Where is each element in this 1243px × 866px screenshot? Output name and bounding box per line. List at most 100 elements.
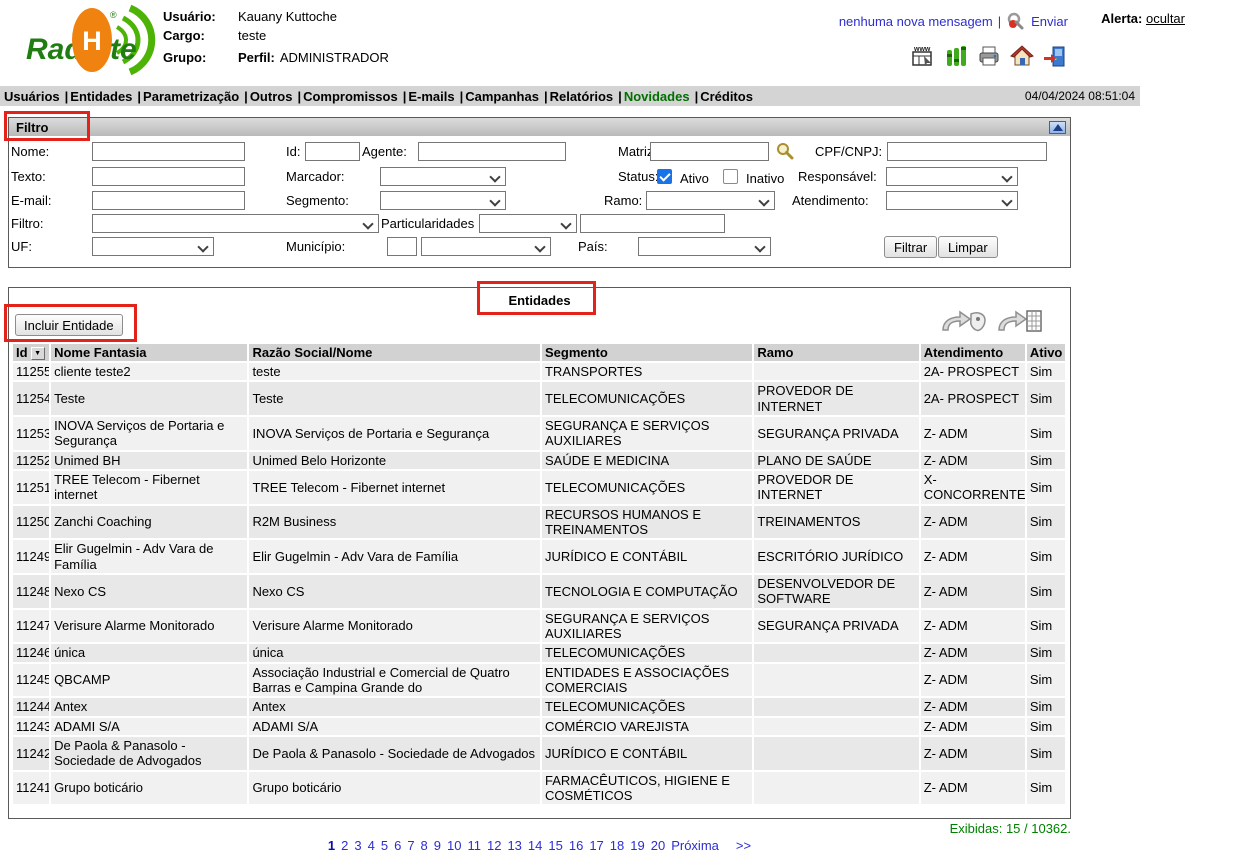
- email-input[interactable]: [92, 191, 245, 210]
- send-link[interactable]: Enviar: [1031, 14, 1068, 29]
- home-icon[interactable]: [1010, 44, 1034, 68]
- menu-item-campanhas[interactable]: Campanhas: [465, 89, 539, 104]
- table-row-11249[interactable]: 11249Elir Gugelmin - Adv Vara de Família…: [13, 540, 1065, 573]
- send-message-icon[interactable]: [1006, 11, 1026, 31]
- menu-item-compromissos[interactable]: Compromissos: [303, 89, 398, 104]
- table-row-11255[interactable]: 11255cliente teste2testeTRANSPORTES2A- P…: [13, 363, 1065, 380]
- cell-id: 11245: [13, 664, 49, 697]
- menu-item-e-mails[interactable]: E-mails: [408, 89, 454, 104]
- particularidades-label: Particularidades: [381, 214, 474, 233]
- page-link-1[interactable]: 1: [328, 838, 335, 853]
- texto-input[interactable]: [92, 167, 245, 186]
- cpf-cnpj-input[interactable]: [887, 142, 1047, 161]
- page-link-11[interactable]: 11: [467, 838, 481, 853]
- page-link-6[interactable]: 6: [394, 838, 401, 853]
- page-link-7[interactable]: 7: [407, 838, 414, 853]
- alert-ocultar-link[interactable]: ocultar: [1146, 11, 1185, 26]
- page-link-17[interactable]: 17: [589, 838, 603, 853]
- table-row-11242[interactable]: 11242De Paola & Panasolo - Sociedade de …: [13, 737, 1065, 770]
- print-icon[interactable]: [977, 44, 1001, 68]
- municipio-select[interactable]: [421, 237, 551, 256]
- page-link-9[interactable]: 9: [434, 838, 441, 853]
- uf-select[interactable]: [92, 237, 214, 256]
- table-row-11243[interactable]: 11243ADAMI S/AADAMI S/ACOMÉRCIO VAREJIST…: [13, 718, 1065, 735]
- export-spreadsheet-icon[interactable]: [996, 308, 1044, 336]
- table-row-11252[interactable]: 11252Unimed BHUnimed Belo HorizonteSAÚDE…: [13, 452, 1065, 469]
- page-link-20[interactable]: 20: [651, 838, 665, 853]
- cargo-label: Cargo:: [163, 28, 238, 43]
- cell-razao: ADAMI S/A: [249, 718, 540, 735]
- table-row-11241[interactable]: 11241Grupo boticárioGrupo boticárioFARMA…: [13, 772, 1065, 805]
- cell-id: 11246: [13, 644, 49, 661]
- table-row-11251[interactable]: 11251TREE Telecom - Fibernet internetTRE…: [13, 471, 1065, 504]
- cell-razao: TREE Telecom - Fibernet internet: [249, 471, 540, 504]
- pais-select[interactable]: [638, 237, 771, 256]
- table-row-11248[interactable]: 11248Nexo CSNexo CSTECNOLOGIA E COMPUTAÇ…: [13, 575, 1065, 608]
- menu-separator: |: [244, 89, 248, 104]
- logout-door-icon[interactable]: [1043, 44, 1067, 68]
- particularidades-select[interactable]: [479, 214, 577, 233]
- filtrar-button[interactable]: Filtrar: [884, 236, 937, 258]
- menu-items: Usuários|Entidades|Parametrização|Outros…: [4, 89, 753, 104]
- page-link-14[interactable]: 14: [528, 838, 542, 853]
- limpar-button[interactable]: Limpar: [938, 236, 998, 258]
- site-www-icon[interactable]: www: [911, 44, 935, 68]
- filtro-select[interactable]: [92, 214, 379, 233]
- nome-input[interactable]: [92, 142, 245, 161]
- matriz-search-icon[interactable]: [776, 142, 794, 160]
- menu-item-novidades[interactable]: Novidades: [624, 89, 690, 104]
- menu-item-parametriza-o[interactable]: Parametrização: [143, 89, 239, 104]
- page-link-18[interactable]: 18: [610, 838, 624, 853]
- id-sort-dropdown-button[interactable]: ▼: [31, 347, 45, 360]
- incluir-entidade-button[interactable]: Incluir Entidade: [15, 314, 123, 336]
- table-row-11245[interactable]: 11245QBCAMPAssociação Industrial e Comer…: [13, 664, 1065, 697]
- segmento-select[interactable]: [380, 191, 506, 210]
- no-messages-link[interactable]: nenhuma nova mensagem: [839, 14, 993, 29]
- page-link-8[interactable]: 8: [421, 838, 428, 853]
- cell-ativo: Sim: [1027, 737, 1065, 770]
- statistics-icon[interactable]: [944, 44, 968, 68]
- next-page-link[interactable]: Próxima: [671, 838, 719, 853]
- responsavel-select[interactable]: [886, 167, 1018, 186]
- table-row-11250[interactable]: 11250Zanchi CoachingR2M BusinessRECURSOS…: [13, 506, 1065, 539]
- collapse-filter-button[interactable]: [1049, 121, 1066, 134]
- page-link-15[interactable]: 15: [548, 838, 562, 853]
- matriz-input[interactable]: [650, 142, 769, 161]
- menu-item-entidades[interactable]: Entidades: [70, 89, 132, 104]
- status-ativo-checkbox[interactable]: [657, 169, 672, 184]
- particularidades-input[interactable]: [580, 214, 725, 233]
- table-row-11247[interactable]: 11247Verisure Alarme MonitoradoVerisure …: [13, 610, 1065, 643]
- cell-nome: De Paola & Panasolo - Sociedade de Advog…: [51, 737, 247, 770]
- page-link-2[interactable]: 2: [341, 838, 348, 853]
- page-link-19[interactable]: 19: [630, 838, 644, 853]
- page-link-3[interactable]: 3: [354, 838, 361, 853]
- page-link-13[interactable]: 13: [507, 838, 521, 853]
- ramo-select[interactable]: [646, 191, 775, 210]
- agente-label: Agente:: [362, 142, 407, 161]
- cpf-cnpj-label: CPF/CNPJ:: [815, 142, 882, 161]
- atendimento-select[interactable]: [886, 191, 1018, 210]
- municipio-code-input[interactable]: [387, 237, 417, 256]
- menu-item-relat-rios[interactable]: Relatórios: [550, 89, 614, 104]
- table-row-11244[interactable]: 11244AntexAntexTELECOMUNICAÇÕESZ- ADMSim: [13, 698, 1065, 715]
- menu-item-outros[interactable]: Outros: [250, 89, 293, 104]
- menu-item-usu-rios[interactable]: Usuários: [4, 89, 60, 104]
- last-page-link[interactable]: >>: [736, 838, 751, 853]
- marcador-select[interactable]: [380, 167, 506, 186]
- cell-razao: Unimed Belo Horizonte: [249, 452, 540, 469]
- page-link-12[interactable]: 12: [487, 838, 501, 853]
- table-row-11253[interactable]: 11253INOVA Serviços de Portaria e Segura…: [13, 417, 1065, 450]
- table-row-11254[interactable]: 11254TesteTesteTELECOMUNICAÇÕESPROVEDOR …: [13, 382, 1065, 415]
- menu-item-cr-ditos[interactable]: Créditos: [700, 89, 753, 104]
- status-inativo-checkbox[interactable]: [723, 169, 738, 184]
- agente-input[interactable]: [418, 142, 566, 161]
- export-map-icon[interactable]: [940, 308, 988, 336]
- table-row-11246[interactable]: 11246únicaúnicaTELECOMUNICAÇÕESZ- ADMSim: [13, 644, 1065, 661]
- page-link-16[interactable]: 16: [569, 838, 583, 853]
- id-input[interactable]: [305, 142, 360, 161]
- page-link-4[interactable]: 4: [368, 838, 375, 853]
- page-link-5[interactable]: 5: [381, 838, 388, 853]
- cell-ramo: TREINAMENTOS: [754, 506, 918, 539]
- page-link-10[interactable]: 10: [447, 838, 461, 853]
- cell-ramo: [754, 644, 918, 661]
